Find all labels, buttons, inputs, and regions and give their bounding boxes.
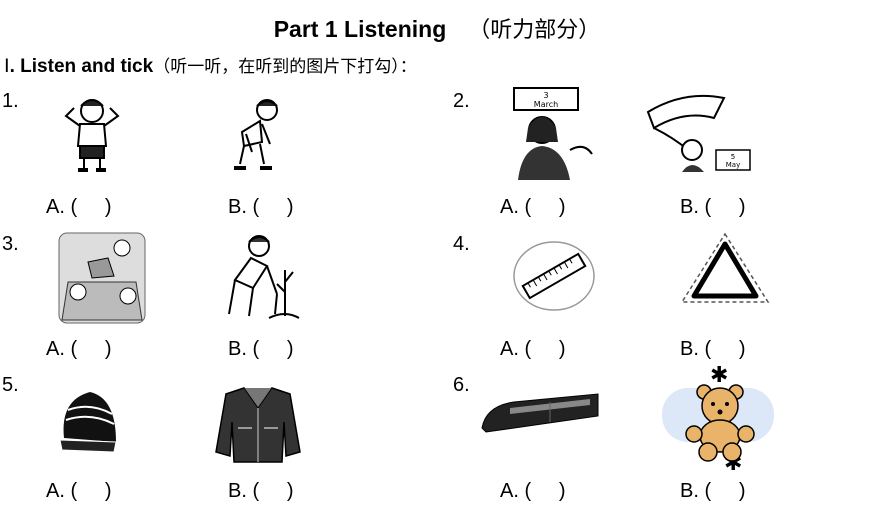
question-number-6: 6. <box>453 374 470 396</box>
question-number-4: 4. <box>453 233 470 255</box>
q5-option-b[interactable]: B. ( ) <box>228 480 294 503</box>
q3-option-b[interactable]: B. ( ) <box>228 338 294 361</box>
q3-option-a[interactable]: A. ( ) <box>46 338 112 361</box>
instruction-chinese: （听一听，在听到的图片下打勾）： <box>153 57 417 77</box>
calendar-month-a: March <box>534 100 558 109</box>
calendar-day-a: 3 <box>543 91 548 100</box>
teddy-bear-icon[interactable]: ✱ ✱ <box>660 364 776 474</box>
knit-hat-icon[interactable] <box>58 386 120 454</box>
train-icon[interactable] <box>480 388 602 436</box>
boy-kite-may-icon[interactable]: 5 May <box>644 88 756 174</box>
picnic-children-icon[interactable] <box>58 232 146 324</box>
title-chinese: （听力部分） <box>468 18 601 43</box>
question-number-2: 2. <box>453 90 470 112</box>
q4-option-a[interactable]: A. ( ) <box>500 338 566 361</box>
boy-standing-icon[interactable] <box>50 94 135 174</box>
calendar-month-b: May <box>726 161 740 169</box>
question-number-3: 3. <box>2 233 19 255</box>
leather-jacket-icon[interactable] <box>214 382 302 466</box>
question-number-5: 5. <box>2 374 19 396</box>
q1-option-b[interactable]: B. ( ) <box>228 196 294 219</box>
q6-option-b[interactable]: B. ( ) <box>680 480 746 503</box>
planting-tree-icon[interactable] <box>219 230 301 324</box>
instruction-english: . Listen and tick <box>9 56 154 77</box>
q1-option-a[interactable]: A. ( ) <box>46 196 112 219</box>
boy-bending-icon[interactable] <box>222 94 292 176</box>
q2-option-a[interactable]: A. ( ) <box>500 196 566 219</box>
q5-option-a[interactable]: A. ( ) <box>46 480 112 503</box>
q6-option-a[interactable]: A. ( ) <box>500 480 566 503</box>
q2-option-b[interactable]: B. ( ) <box>680 196 746 219</box>
girl-march-calendar-icon[interactable]: 3 March <box>500 86 605 182</box>
calendar-day-b: 5 <box>731 153 735 161</box>
section-instruction: Ⅰ. Listen and tick（听一听，在听到的图片下打勾）： <box>4 52 417 78</box>
page-title: Part 1 Listening （听力部分） <box>0 12 874 44</box>
q4-option-b[interactable]: B. ( ) <box>680 338 746 361</box>
ruler-circle-icon[interactable] <box>508 236 600 314</box>
title-english: Part 1 Listening <box>273 16 447 42</box>
triangle-icon[interactable] <box>676 228 774 308</box>
question-number-1: 1. <box>2 90 19 112</box>
star-mark-icon: ✱ <box>710 364 728 388</box>
